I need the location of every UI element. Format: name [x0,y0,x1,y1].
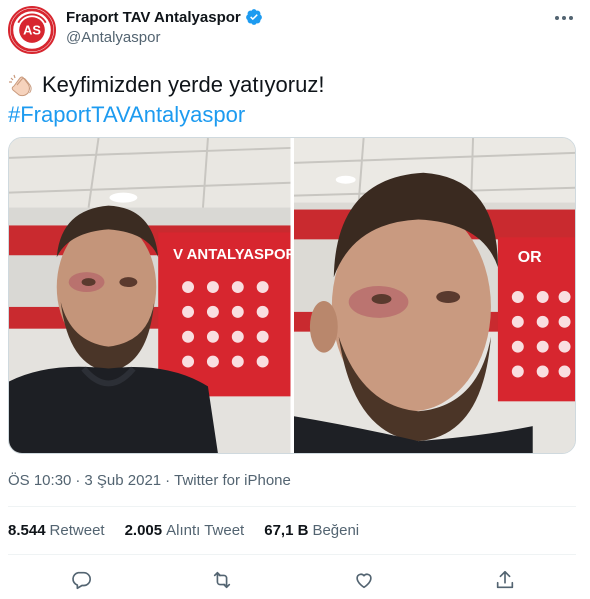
reply-icon [72,571,91,590]
svg-text:AS: AS [23,23,41,38]
avatar[interactable]: AS [8,6,56,54]
tweet-text: Keyfimizden yerde yatıyoruz! #FraportTAV… [8,70,324,130]
reply-button[interactable] [66,565,96,595]
tweet: AS Fraport TAV Antalyaspor @Antalyaspor [0,0,590,599]
author-info: Fraport TAV Antalyaspor @Antalyaspor [66,8,263,46]
retweet-count[interactable]: 8.544 Retweet [8,522,105,539]
heart-icon [356,573,372,589]
hashtag-link[interactable]: #FraportTAVAntalyaspor [8,100,245,130]
like-button[interactable] [349,565,379,595]
retweet-icon [213,571,231,589]
display-name[interactable]: Fraport TAV Antalyaspor [66,9,241,26]
board-text-right: OR [517,249,541,266]
tweet-meta: ÖS 10:30 · 3 Şub 2021 · Twitter for iPho… [8,472,291,489]
photo-left[interactable]: V ANTALYASPOR [9,138,291,453]
quote-count-value: 2.005 [124,522,163,539]
photo-right[interactable]: OR [293,138,575,453]
tweet-time[interactable]: ÖS 10:30 [8,472,71,489]
tweet-date[interactable]: 3 Şub 2021 [84,472,161,489]
tweet-body: Keyfimizden yerde yatıyoruz! [42,72,325,97]
more-options-icon[interactable] [552,8,576,28]
meta-separator: · [75,472,81,489]
meta-separator: · [165,472,171,489]
retweet-button[interactable] [207,565,237,595]
like-count-label: Beğeni [312,522,360,539]
quote-tweet-count[interactable]: 2.005 Alıntı Tweet [125,522,245,539]
board-text-left: V ANTALYASPOR [173,247,290,263]
clapping-hands-icon [8,72,36,98]
like-count-value: 67,1 B [264,522,309,539]
media-grid: V ANTALYASPOR OR [8,137,576,454]
retweet-count-label: Retweet [49,522,105,539]
share-icon [496,570,514,589]
tweet-stats: 8.544 Retweet 2.005 Alıntı Tweet 67,1 B … [8,522,359,539]
action-bar [0,565,590,595]
divider [8,554,576,555]
quote-count-label: Alıntı Tweet [166,522,245,539]
verified-badge-icon [245,8,263,26]
tweet-source[interactable]: Twitter for iPhone [174,472,291,489]
divider [8,506,576,507]
antalyaspor-logo-icon: AS [10,8,54,52]
handle[interactable]: @Antalyaspor [66,29,263,46]
share-button[interactable] [490,565,520,595]
like-count[interactable]: 67,1 B Beğeni [264,522,359,539]
retweet-count-value: 8.544 [8,522,46,539]
